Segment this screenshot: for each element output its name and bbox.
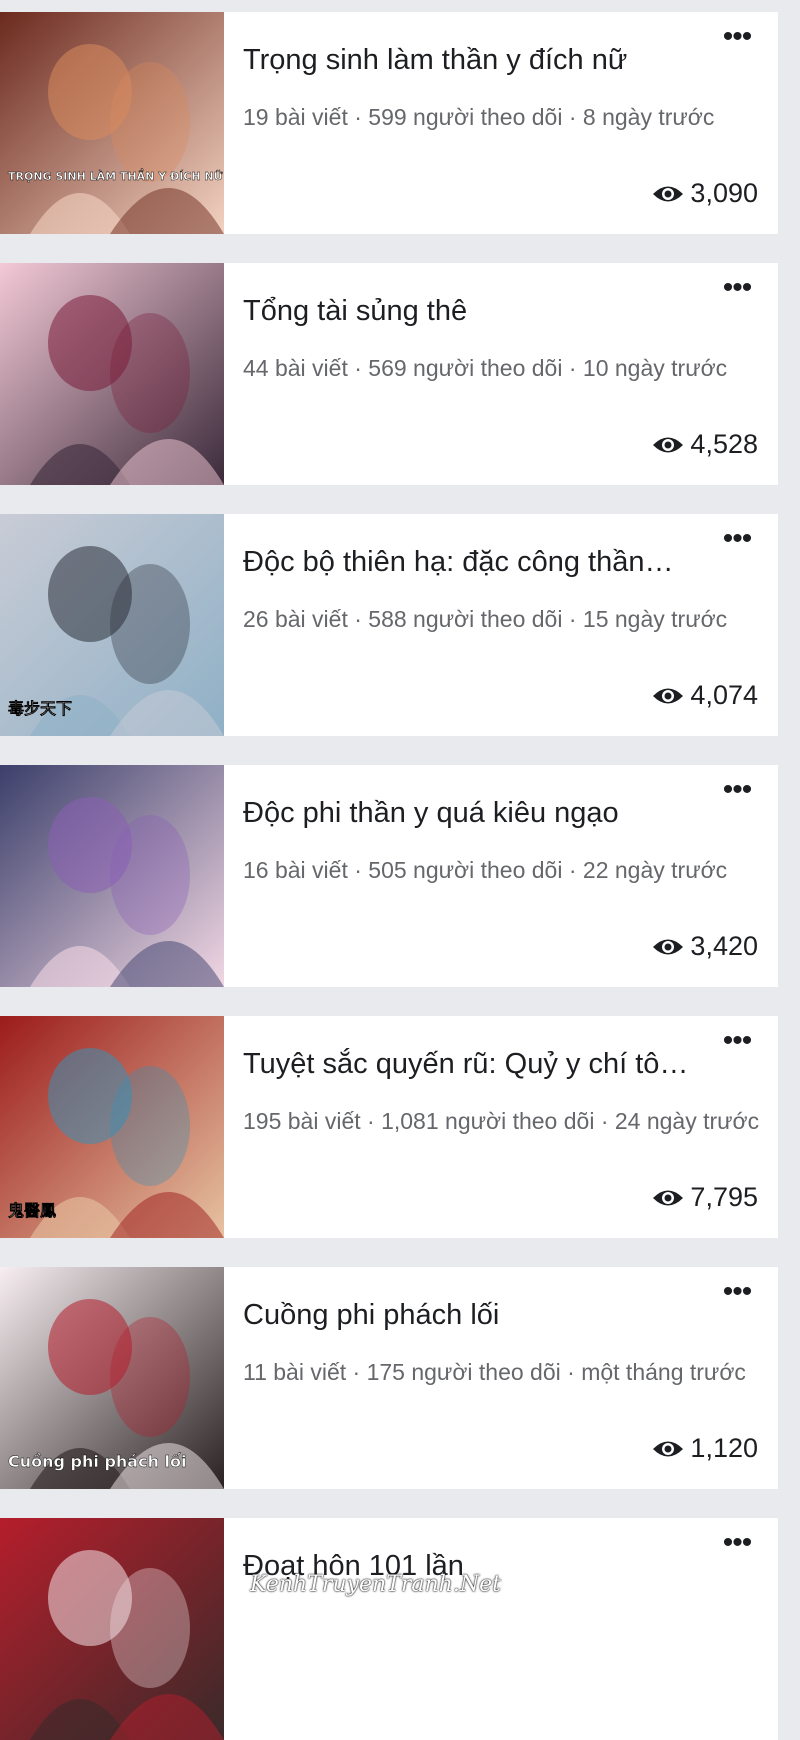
more-options-button[interactable]: ••• [715,273,759,307]
cover-image[interactable]: 鬼醫鳳 [0,1016,224,1238]
story-card[interactable]: Độc phi thần y quá kiêu ngạo 16 bài viết… [0,765,778,987]
more-options-button[interactable]: ••• [715,1277,759,1311]
eye-icon [653,186,684,201]
view-count-value: 7,795 [690,1182,758,1212]
eye-icon [653,1190,684,1205]
view-count-value: 1,120 [690,1433,758,1463]
more-options-button[interactable]: ••• [715,524,759,558]
cover-image[interactable] [0,263,224,485]
cover-art [0,765,224,987]
cover-title-text: TRỌNG SINH LÀM THẦN Y ĐÍCH NỮ [8,169,224,183]
eye-icon [653,437,684,452]
more-options-button[interactable]: ••• [715,775,759,809]
story-title[interactable]: Độc bộ thiên hạ: đặc công thần… [243,546,713,579]
eye-icon [653,688,684,703]
cover-art: Cuồng phi phách lối [0,1267,224,1489]
story-title[interactable]: Cuồng phi phách lối [243,1299,713,1332]
more-options-button[interactable]: ••• [715,22,759,56]
story-meta: 19 bài viết · 599 người theo dõi · 8 ngà… [243,104,715,130]
cover-title-text: 鬼醫鳳 [8,1201,56,1220]
cover-title-text: Cuồng phi phách lối [8,1452,186,1471]
watermark: KenhTruyenTranh.Net [250,1572,501,1597]
view-count: 3,090 [652,178,758,209]
cover-image[interactable]: 毒步天下 [0,514,224,736]
view-count: 4,074 [652,680,758,711]
view-count: 1,120 [652,1433,758,1464]
story-meta: 11 bài viết · 175 người theo dõi · một t… [243,1359,746,1385]
story-meta: 26 bài viết · 588 người theo dõi · 15 ng… [243,606,728,632]
story-meta: 44 bài viết · 569 người theo dõi · 10 ng… [243,355,728,381]
view-count: 3,420 [652,931,758,962]
eye-icon [653,1441,684,1456]
story-title[interactable]: Trọng sinh làm thần y đích nữ [243,44,713,77]
story-title[interactable]: Tuyệt sắc quyến rũ: Quỷ y chí tô… [243,1048,713,1081]
view-count: 7,795 [652,1182,758,1213]
cover-art: 毒步天下 [0,514,224,736]
more-options-button[interactable]: ••• [715,1026,759,1060]
story-meta: 195 bài viết · 1,081 người theo dõi · 24… [243,1108,760,1134]
view-count-value: 3,420 [690,931,758,961]
cover-image[interactable]: TRỌNG SINH LÀM THẦN Y ĐÍCH NỮ [0,12,224,234]
cover-image[interactable] [0,765,224,987]
cover-art [0,263,224,485]
cover-art [0,1518,224,1740]
story-card[interactable]: 鬼醫鳳 Tuyệt sắc quyến rũ: Quỷ y chí tô… 19… [0,1016,778,1238]
cover-image[interactable]: Cuồng phi phách lối [0,1267,224,1489]
more-options-button[interactable]: ••• [715,1528,759,1562]
view-count-value: 4,528 [690,429,758,459]
view-count-value: 3,090 [690,178,758,208]
story-title[interactable]: Tổng tài sủng thê [243,295,713,328]
eye-icon [653,939,684,954]
story-card[interactable]: 毒步天下 Độc bộ thiên hạ: đặc công thần… 26 … [0,514,778,736]
story-title[interactable]: Độc phi thần y quá kiêu ngạo [243,797,713,830]
cover-art: 鬼醫鳳 [0,1016,224,1238]
cover-title-text: 毒步天下 [8,699,72,718]
cover-art: TRỌNG SINH LÀM THẦN Y ĐÍCH NỮ [0,12,224,234]
story-card[interactable]: TRỌNG SINH LÀM THẦN Y ĐÍCH NỮ Trọng sinh… [0,12,778,234]
story-card[interactable]: Tổng tài sủng thê 44 bài viết · 569 ngườ… [0,263,778,485]
view-count: 4,528 [652,429,758,460]
cover-image[interactable] [0,1518,224,1740]
view-count-value: 4,074 [690,680,758,710]
story-card[interactable]: Cuồng phi phách lối Cuồng phi phách lối … [0,1267,778,1489]
story-meta: 16 bài viết · 505 người theo dõi · 22 ng… [243,857,728,883]
story-card[interactable]: Đoạt hôn 101 lần ••• [0,1518,778,1740]
